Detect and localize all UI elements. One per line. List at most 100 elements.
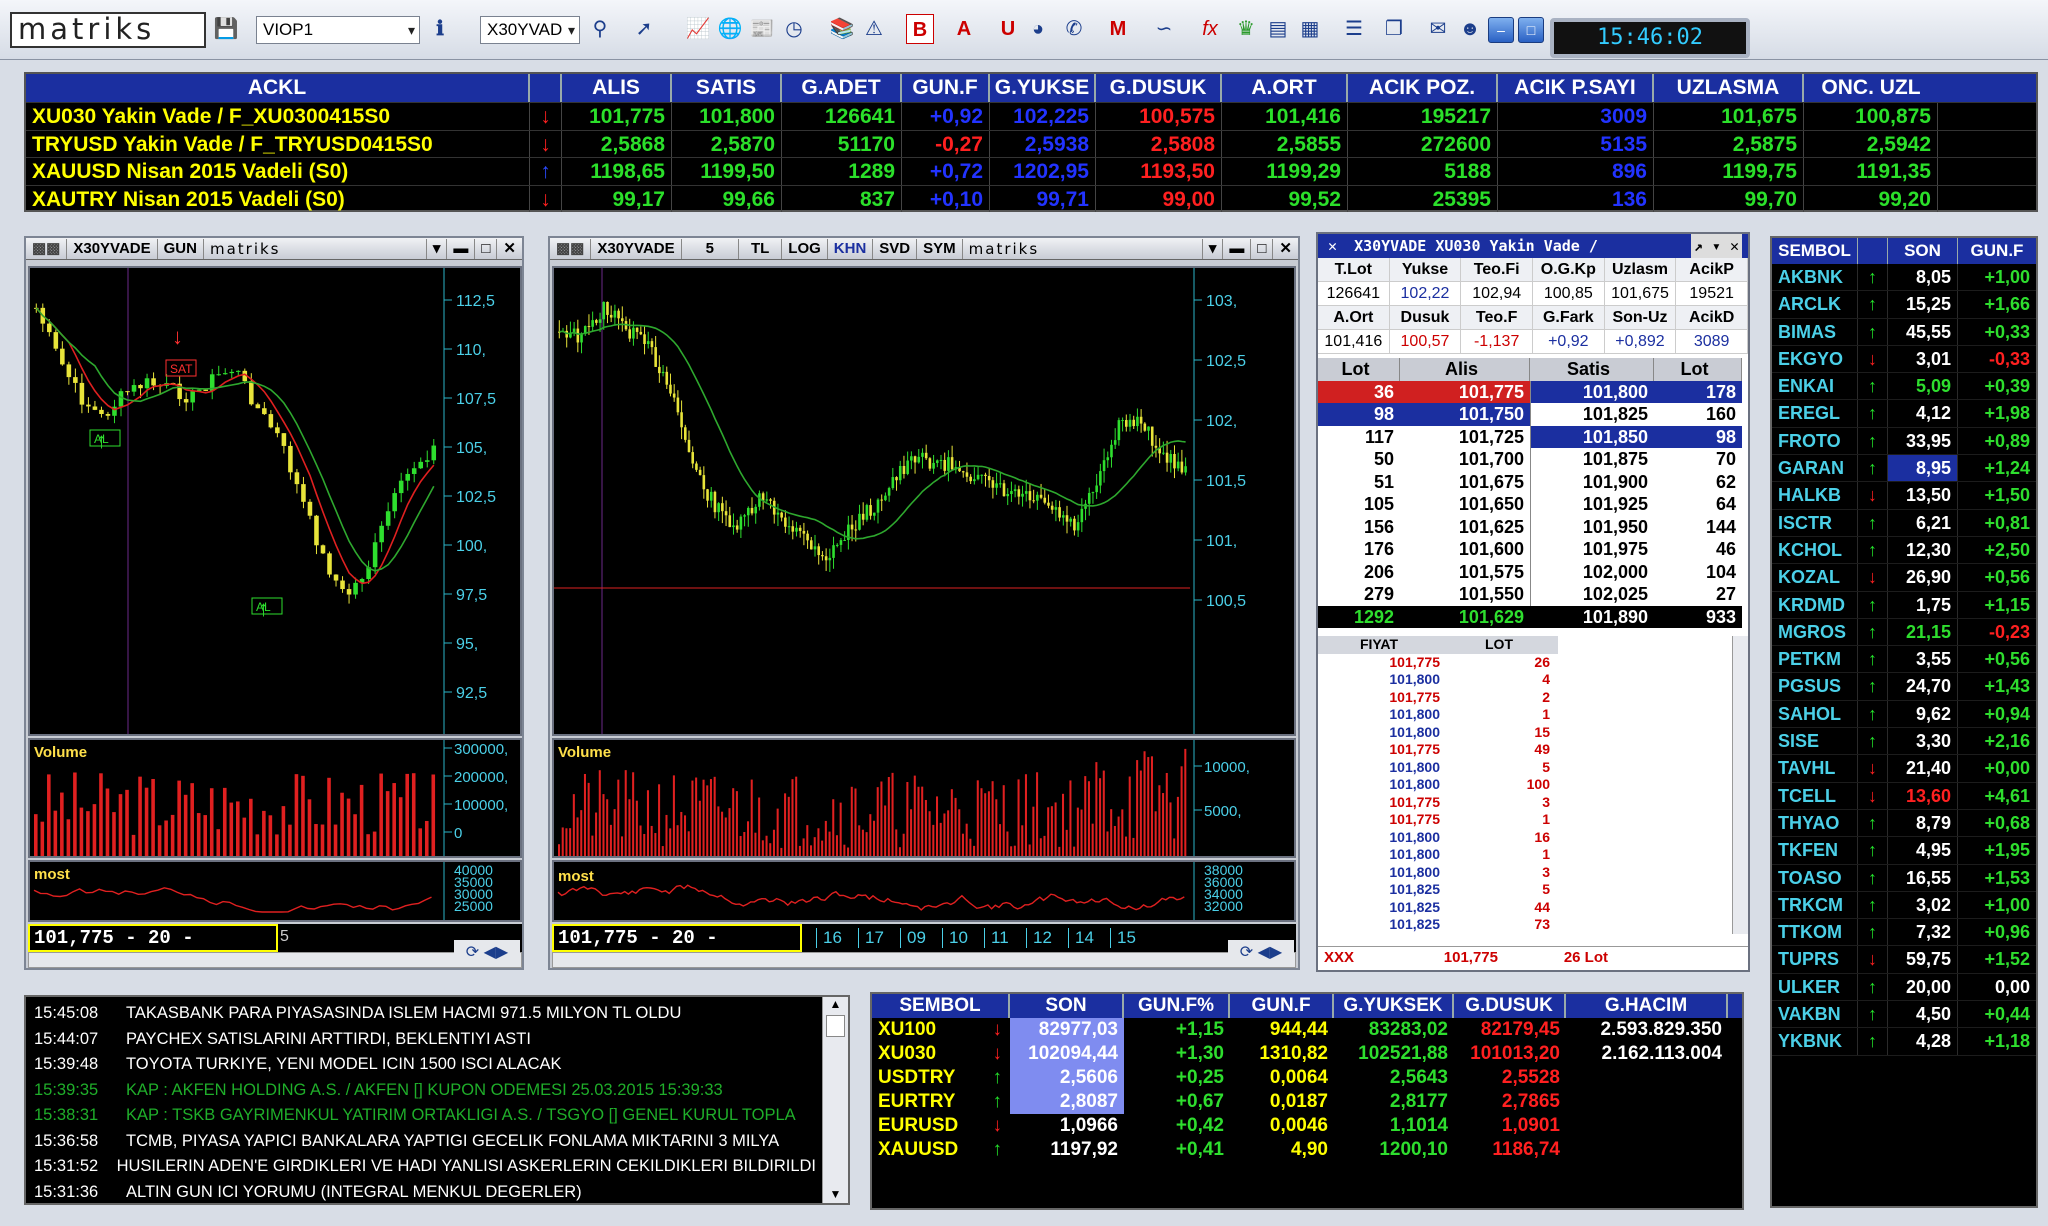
bid-cell[interactable]: 50 [1318, 448, 1400, 471]
ask-cell[interactable]: 101,925 [1530, 493, 1654, 516]
chart1-tab-period[interactable]: GUN [158, 238, 204, 259]
watchlist-row[interactable]: TCELL ↓ 13,60 +4,61 [1772, 782, 2036, 810]
idx-col-gunfp[interactable]: GUN.F% [1124, 994, 1230, 1018]
chart1-volume-panel[interactable]: Volume 300000, 200000, 100000, 0 [28, 738, 522, 858]
watchlist-row[interactable]: TRKCM ↑ 3,02 +1,00 [1772, 891, 2036, 920]
bid-cell[interactable]: 156 [1318, 516, 1400, 539]
watch-col-sembol[interactable]: SEMBOL [1772, 238, 1858, 264]
news-icon[interactable]: 📰 [748, 14, 776, 44]
bid-cell[interactable]: 51 [1318, 471, 1400, 494]
ask-cell[interactable]: 98 [1654, 425, 1742, 448]
col-acikpsayi[interactable]: ACIK P.SAYI [1498, 74, 1654, 102]
index-row[interactable]: XAUUSD ↑ 1197,92 +0,41 4,90 1200,10 1186,74 [872, 1138, 1742, 1162]
watchlist-row[interactable]: KRDMD ↑ 1,75 +1,15 [1772, 591, 2036, 619]
ask-cell[interactable]: 144 [1654, 516, 1742, 539]
watchlist-row[interactable]: PETKM ↑ 3,55 +0,56 [1772, 646, 2036, 674]
watchlist-row[interactable]: ENKAI ↑ 5,09 +0,39 [1772, 373, 2036, 401]
market-select[interactable]: VIOP1 [256, 16, 420, 44]
chart1-price-panel[interactable]: 112,5 110, 107,5 105, 102,5 100, 97,5 95, 92,5 ↓ S… [28, 266, 522, 736]
settings-icon[interactable]: ☰ [1340, 14, 1368, 44]
watchlist-row[interactable]: ARCLK ↑ 15,25 +1,66 [1772, 291, 2036, 319]
bid-cell[interactable]: 105 [1318, 493, 1400, 516]
watchlist-row[interactable]: FROTO ↑ 33,95 +0,89 [1772, 427, 2036, 456]
chart2-nav-buttons[interactable]: ⟳ ◀▶ [1228, 940, 1294, 966]
col-alis[interactable]: ALIS [562, 74, 672, 102]
m-icon[interactable]: M [1104, 14, 1132, 44]
chart2-tab-khn[interactable]: KHN [828, 238, 874, 259]
ask-cell[interactable]: 27 [1654, 583, 1742, 606]
chart1-nav-buttons[interactable]: ⟳ ◀▶ [454, 940, 520, 966]
u-icon[interactable]: U [994, 14, 1022, 44]
bid-cell[interactable]: 206 [1318, 561, 1400, 584]
col-acikpoz[interactable]: ACIK POZ. [1348, 74, 1498, 102]
window-icon[interactable]: ❐ [1380, 14, 1408, 44]
b-icon[interactable]: B [906, 14, 934, 44]
news-item[interactable]: 15:38:31 KAP : TSKB GAYRIMENKUL YATIRIM O… [26, 1103, 816, 1129]
news-scrollbar[interactable]: ▲ ▼ [822, 997, 848, 1203]
watchlist-row[interactable]: GARAN ↑ 8,95 +1,24 [1772, 455, 2036, 483]
chart2-hscroll[interactable] [552, 952, 1296, 968]
chart1-most-panel[interactable]: most 40000 35000 30000 25000 [28, 860, 522, 922]
chart-icon[interactable]: 📈 [684, 14, 712, 44]
chart2-price-panel[interactable]: 103, 102,5 102, 101,5 101, 100,5 [552, 266, 1296, 736]
index-row[interactable]: EURUSD ↓ 1,0966 +0,42 0,0046 1,1014 1,0901 [872, 1114, 1742, 1138]
watchlist-row[interactable]: AKBNK ↑ 8,05 +1,00 [1772, 264, 2036, 292]
news-item[interactable]: 15:44:07 PAYCHEX SATISLARINI ARTTIRDI, BE… [26, 1027, 816, 1053]
bid-cell[interactable]: 36 [1318, 380, 1400, 403]
watchlist-row[interactable]: TUPRS ↓ 59,75 +1,52 [1772, 946, 2036, 974]
restore-icon[interactable]: □ [1518, 17, 1544, 43]
col-gadet[interactable]: G.ADET [782, 74, 902, 102]
bid-cell[interactable]: 101,700 [1400, 448, 1530, 471]
trades-scrollbar[interactable] [1732, 636, 1748, 934]
col-gyukse[interactable]: G.YUKSE [990, 74, 1096, 102]
info-icon[interactable]: ℹ [426, 14, 454, 44]
news-item[interactable]: 15:31:52 HUSILERIN ADEN'E GIRDIKLERI VE H… [26, 1154, 816, 1180]
watchlist-row[interactable]: HALKB ↓ 13,50 +1,50 [1772, 482, 2036, 510]
message-icon[interactable]: ✉ [1424, 14, 1452, 44]
chart2-max-icon[interactable]: □ [1251, 238, 1274, 259]
quote-row[interactable]: XU030 Yakin Vade / F_XU0300415S0 ↓ 101,775… [26, 102, 2036, 130]
ask-cell[interactable]: 101,850 [1530, 425, 1654, 448]
watchlist-row[interactable]: ISCTR ↑ 6,21 +0,81 [1772, 509, 2036, 537]
save-icon[interactable]: 💾 [212, 14, 240, 44]
bid-cell[interactable]: 279 [1318, 583, 1400, 606]
chart2-tab-period[interactable]: 5 [682, 238, 739, 259]
person-icon[interactable]: ☻ [1456, 14, 1484, 44]
chart2-menu-icon[interactable]: ▾ [1203, 238, 1224, 259]
minimize-icon[interactable]: – [1488, 17, 1514, 43]
col-gdusuk[interactable]: G.DUSUK [1096, 74, 1222, 102]
depth-window-controls[interactable]: ↗ ▾ ✕ [1690, 234, 1742, 258]
bid-cell[interactable]: 117 [1318, 426, 1400, 449]
index-row[interactable]: EURTRY ↑ 2,8087 +0,67 0,0187 2,8177 2,7865 [872, 1090, 1742, 1114]
index-row[interactable]: XU100 ↓ 82977,03 +1,15 944,44 83283,02 82179,4… [872, 1018, 1742, 1042]
chart1-tab-symbol[interactable]: X30YVADE [67, 238, 158, 259]
ask-cell[interactable]: 70 [1654, 448, 1742, 471]
watchlist-row[interactable]: TKFEN ↑ 4,95 +1,95 [1772, 837, 2036, 865]
bid-cell[interactable]: 101,575 [1400, 561, 1530, 584]
ask-cell[interactable]: 160 [1654, 403, 1742, 426]
symbol-select[interactable]: X30YVAD [480, 16, 580, 44]
clock-icon[interactable]: ◷ [780, 14, 808, 44]
watchlist-row[interactable]: VAKBN ↑ 4,50 +0,44 [1772, 1001, 2036, 1029]
watchlist-row[interactable]: MGROS ↑ 21,15 -0,23 [1772, 618, 2036, 647]
chart2-tab-sym[interactable]: SYM [917, 238, 963, 259]
watchlist-row[interactable]: SISE ↑ 3,30 +2,16 [1772, 728, 2036, 756]
chart2-tab-svd[interactable]: SVD [873, 238, 918, 259]
news-item[interactable]: 15:39:48 TOYOTA TURKIYE, YENI MODEL ICIN … [26, 1052, 816, 1078]
bid-cell[interactable]: 101,725 [1400, 426, 1530, 449]
idx-col-gdusuk[interactable]: G.DUSUK [1454, 994, 1566, 1018]
portfolio-icon[interactable]: ♛ [1232, 14, 1260, 44]
col-ackl[interactable]: ACKL [26, 74, 530, 102]
chart2-volume-panel[interactable]: Volume 10000, 5000, [552, 738, 1296, 858]
bid-cell[interactable]: 101,650 [1400, 493, 1530, 516]
col-uzlasma[interactable]: UZLASMA [1654, 74, 1804, 102]
bell-icon[interactable]: ⚠ [860, 14, 888, 44]
chart2-tab-log[interactable]: LOG [782, 238, 828, 259]
idx-col-ghacim[interactable]: G.HACIM [1566, 994, 1728, 1018]
fx-icon[interactable]: fx [1196, 14, 1224, 44]
watchlist-row[interactable]: ULKER ↑ 20,00 0,00 [1772, 973, 2036, 1002]
ask-cell[interactable]: 62 [1654, 471, 1742, 494]
watch-col-gunf[interactable]: GUN.F [1958, 238, 2036, 264]
graph-icon[interactable]: ∽ [1150, 14, 1178, 44]
watchlist-row[interactable]: KOZAL ↓ 26,90 +0,56 [1772, 564, 2036, 592]
